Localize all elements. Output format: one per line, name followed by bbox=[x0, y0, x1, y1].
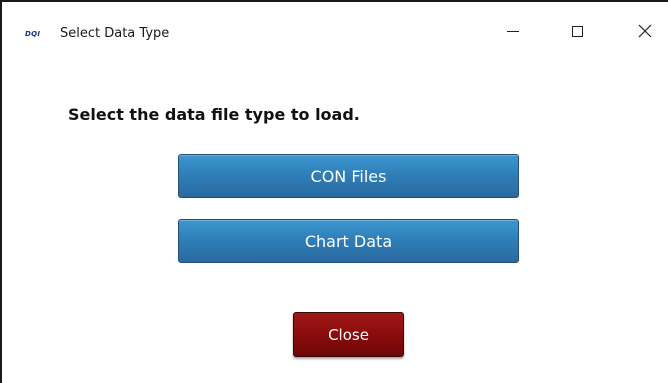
app-logo-icon: DQI bbox=[25, 30, 41, 38]
minimize-button[interactable] bbox=[490, 14, 536, 48]
maximize-button[interactable] bbox=[554, 14, 600, 48]
minimize-icon bbox=[507, 30, 519, 32]
con-files-button[interactable]: CON Files bbox=[178, 154, 519, 198]
maximize-icon bbox=[571, 25, 583, 37]
select-data-type-window: DQI Select Data Type Select the data fil… bbox=[0, 0, 668, 383]
close-icon bbox=[638, 24, 652, 38]
chart-data-button[interactable]: Chart Data bbox=[178, 219, 519, 263]
close-button[interactable]: Close bbox=[293, 312, 404, 357]
window-title: Select Data Type bbox=[60, 26, 170, 41]
title-bar[interactable]: DQI Select Data Type bbox=[2, 2, 668, 50]
dialog-prompt: Select the data file type to load. bbox=[68, 105, 360, 124]
window-close-button[interactable] bbox=[622, 14, 668, 48]
